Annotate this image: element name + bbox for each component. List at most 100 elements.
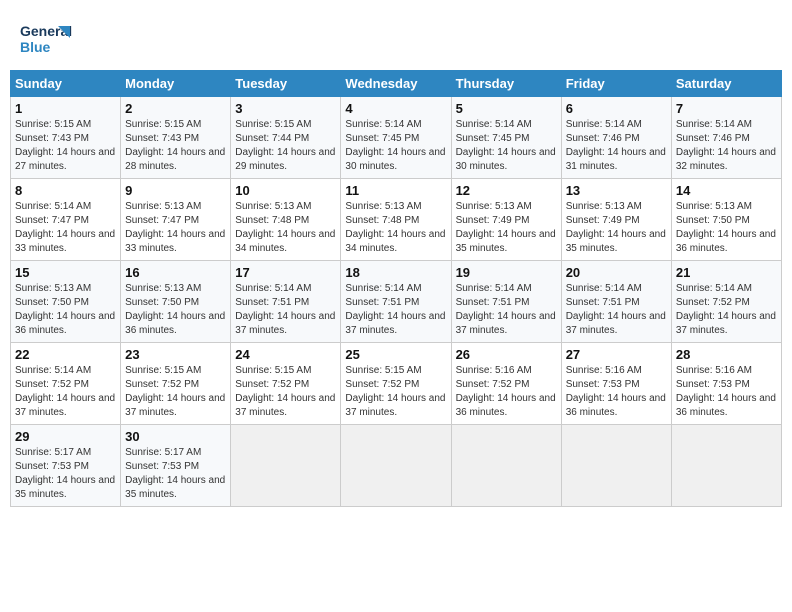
calendar-cell: [341, 425, 451, 507]
calendar-week-5: 29 Sunrise: 5:17 AM Sunset: 7:53 PM Dayl…: [11, 425, 782, 507]
cell-info: Sunrise: 5:13 AM Sunset: 7:50 PM Dayligh…: [125, 282, 226, 338]
cell-info: Sunrise: 5:15 AM Sunset: 7:52 PM Dayligh…: [125, 364, 226, 420]
day-number: 3: [235, 101, 336, 116]
day-number: 7: [676, 101, 777, 116]
cell-info: Sunrise: 5:17 AM Sunset: 7:53 PM Dayligh…: [15, 446, 116, 502]
day-number: 15: [15, 265, 116, 280]
calendar-cell: [671, 425, 781, 507]
cell-info: Sunrise: 5:13 AM Sunset: 7:48 PM Dayligh…: [345, 200, 446, 256]
cell-info: Sunrise: 5:14 AM Sunset: 7:47 PM Dayligh…: [15, 200, 116, 256]
day-number: 17: [235, 265, 336, 280]
day-number: 11: [345, 183, 446, 198]
day-number: 30: [125, 429, 226, 444]
calendar-cell: 16 Sunrise: 5:13 AM Sunset: 7:50 PM Dayl…: [121, 261, 231, 343]
day-number: 18: [345, 265, 446, 280]
cell-info: Sunrise: 5:13 AM Sunset: 7:49 PM Dayligh…: [456, 200, 557, 256]
day-number: 24: [235, 347, 336, 362]
cell-info: Sunrise: 5:14 AM Sunset: 7:51 PM Dayligh…: [345, 282, 446, 338]
cell-info: Sunrise: 5:14 AM Sunset: 7:46 PM Dayligh…: [566, 118, 667, 174]
day-number: 4: [345, 101, 446, 116]
day-number: 13: [566, 183, 667, 198]
cell-info: Sunrise: 5:14 AM Sunset: 7:51 PM Dayligh…: [235, 282, 336, 338]
day-number: 16: [125, 265, 226, 280]
day-number: 5: [456, 101, 557, 116]
calendar-cell: 7 Sunrise: 5:14 AM Sunset: 7:46 PM Dayli…: [671, 97, 781, 179]
calendar-cell: 23 Sunrise: 5:15 AM Sunset: 7:52 PM Dayl…: [121, 343, 231, 425]
logo: General Blue: [20, 18, 74, 60]
day-header-tuesday: Tuesday: [231, 71, 341, 97]
cell-info: Sunrise: 5:15 AM Sunset: 7:43 PM Dayligh…: [125, 118, 226, 174]
day-header-thursday: Thursday: [451, 71, 561, 97]
calendar-cell: 9 Sunrise: 5:13 AM Sunset: 7:47 PM Dayli…: [121, 179, 231, 261]
logo-icon: General Blue: [20, 18, 72, 60]
calendar-cell: 21 Sunrise: 5:14 AM Sunset: 7:52 PM Dayl…: [671, 261, 781, 343]
day-number: 10: [235, 183, 336, 198]
calendar-cell: 29 Sunrise: 5:17 AM Sunset: 7:53 PM Dayl…: [11, 425, 121, 507]
day-number: 14: [676, 183, 777, 198]
calendar-cell: 14 Sunrise: 5:13 AM Sunset: 7:50 PM Dayl…: [671, 179, 781, 261]
calendar-cell: 26 Sunrise: 5:16 AM Sunset: 7:52 PM Dayl…: [451, 343, 561, 425]
day-header-monday: Monday: [121, 71, 231, 97]
day-number: 25: [345, 347, 446, 362]
calendar-cell: 19 Sunrise: 5:14 AM Sunset: 7:51 PM Dayl…: [451, 261, 561, 343]
day-number: 8: [15, 183, 116, 198]
cell-info: Sunrise: 5:16 AM Sunset: 7:53 PM Dayligh…: [676, 364, 777, 420]
calendar-table: SundayMondayTuesdayWednesdayThursdayFrid…: [10, 70, 782, 507]
calendar-cell: 1 Sunrise: 5:15 AM Sunset: 7:43 PM Dayli…: [11, 97, 121, 179]
calendar-week-3: 15 Sunrise: 5:13 AM Sunset: 7:50 PM Dayl…: [11, 261, 782, 343]
page-header: General Blue: [10, 10, 782, 64]
calendar-cell: 12 Sunrise: 5:13 AM Sunset: 7:49 PM Dayl…: [451, 179, 561, 261]
cell-info: Sunrise: 5:15 AM Sunset: 7:44 PM Dayligh…: [235, 118, 336, 174]
calendar-week-1: 1 Sunrise: 5:15 AM Sunset: 7:43 PM Dayli…: [11, 97, 782, 179]
day-number: 2: [125, 101, 226, 116]
cell-info: Sunrise: 5:14 AM Sunset: 7:52 PM Dayligh…: [676, 282, 777, 338]
calendar-cell: 24 Sunrise: 5:15 AM Sunset: 7:52 PM Dayl…: [231, 343, 341, 425]
svg-text:Blue: Blue: [20, 39, 51, 55]
calendar-cell: 2 Sunrise: 5:15 AM Sunset: 7:43 PM Dayli…: [121, 97, 231, 179]
calendar-cell: [561, 425, 671, 507]
cell-info: Sunrise: 5:15 AM Sunset: 7:43 PM Dayligh…: [15, 118, 116, 174]
day-header-wednesday: Wednesday: [341, 71, 451, 97]
calendar-cell: [451, 425, 561, 507]
day-number: 29: [15, 429, 116, 444]
calendar-cell: 25 Sunrise: 5:15 AM Sunset: 7:52 PM Dayl…: [341, 343, 451, 425]
cell-info: Sunrise: 5:15 AM Sunset: 7:52 PM Dayligh…: [345, 364, 446, 420]
calendar-cell: 10 Sunrise: 5:13 AM Sunset: 7:48 PM Dayl…: [231, 179, 341, 261]
calendar-cell: 13 Sunrise: 5:13 AM Sunset: 7:49 PM Dayl…: [561, 179, 671, 261]
day-number: 23: [125, 347, 226, 362]
day-number: 21: [676, 265, 777, 280]
calendar-week-4: 22 Sunrise: 5:14 AM Sunset: 7:52 PM Dayl…: [11, 343, 782, 425]
calendar-cell: [231, 425, 341, 507]
cell-info: Sunrise: 5:13 AM Sunset: 7:47 PM Dayligh…: [125, 200, 226, 256]
cell-info: Sunrise: 5:14 AM Sunset: 7:51 PM Dayligh…: [566, 282, 667, 338]
day-number: 20: [566, 265, 667, 280]
day-number: 27: [566, 347, 667, 362]
calendar-cell: 27 Sunrise: 5:16 AM Sunset: 7:53 PM Dayl…: [561, 343, 671, 425]
day-number: 9: [125, 183, 226, 198]
calendar-cell: 4 Sunrise: 5:14 AM Sunset: 7:45 PM Dayli…: [341, 97, 451, 179]
cell-info: Sunrise: 5:14 AM Sunset: 7:52 PM Dayligh…: [15, 364, 116, 420]
cell-info: Sunrise: 5:14 AM Sunset: 7:45 PM Dayligh…: [456, 118, 557, 174]
calendar-cell: 5 Sunrise: 5:14 AM Sunset: 7:45 PM Dayli…: [451, 97, 561, 179]
calendar-cell: 15 Sunrise: 5:13 AM Sunset: 7:50 PM Dayl…: [11, 261, 121, 343]
cell-info: Sunrise: 5:13 AM Sunset: 7:48 PM Dayligh…: [235, 200, 336, 256]
cell-info: Sunrise: 5:15 AM Sunset: 7:52 PM Dayligh…: [235, 364, 336, 420]
day-number: 12: [456, 183, 557, 198]
calendar-cell: 3 Sunrise: 5:15 AM Sunset: 7:44 PM Dayli…: [231, 97, 341, 179]
cell-info: Sunrise: 5:13 AM Sunset: 7:49 PM Dayligh…: [566, 200, 667, 256]
day-number: 26: [456, 347, 557, 362]
day-number: 6: [566, 101, 667, 116]
cell-info: Sunrise: 5:14 AM Sunset: 7:45 PM Dayligh…: [345, 118, 446, 174]
calendar-cell: 18 Sunrise: 5:14 AM Sunset: 7:51 PM Dayl…: [341, 261, 451, 343]
cell-info: Sunrise: 5:16 AM Sunset: 7:52 PM Dayligh…: [456, 364, 557, 420]
calendar-cell: 6 Sunrise: 5:14 AM Sunset: 7:46 PM Dayli…: [561, 97, 671, 179]
calendar-cell: 30 Sunrise: 5:17 AM Sunset: 7:53 PM Dayl…: [121, 425, 231, 507]
cell-info: Sunrise: 5:14 AM Sunset: 7:46 PM Dayligh…: [676, 118, 777, 174]
day-number: 28: [676, 347, 777, 362]
cell-info: Sunrise: 5:13 AM Sunset: 7:50 PM Dayligh…: [676, 200, 777, 256]
day-number: 19: [456, 265, 557, 280]
calendar-header-row: SundayMondayTuesdayWednesdayThursdayFrid…: [11, 71, 782, 97]
cell-info: Sunrise: 5:14 AM Sunset: 7:51 PM Dayligh…: [456, 282, 557, 338]
calendar-cell: 20 Sunrise: 5:14 AM Sunset: 7:51 PM Dayl…: [561, 261, 671, 343]
cell-info: Sunrise: 5:13 AM Sunset: 7:50 PM Dayligh…: [15, 282, 116, 338]
